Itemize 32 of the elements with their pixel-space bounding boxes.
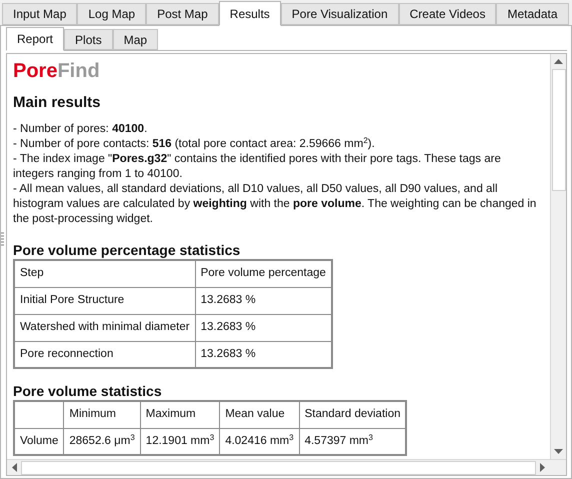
result-text: - All mean values, all standard deviations, all D10 values, all D50 values, all D90 values, and all histogram values are calculated by weighting with the pore volume. The weighting can be changed in the post-processing widget. xyxy=(13,182,538,227)
tab[interactable]: Map xyxy=(112,29,158,50)
left-arrow-icon xyxy=(12,463,17,472)
scrollbar-corner xyxy=(550,460,566,475)
table-title: Pore volume percentage statistics xyxy=(13,242,242,258)
tab[interactable]: Metadata xyxy=(496,3,569,25)
splitter-grip-icon[interactable] xyxy=(1,232,4,246)
tab[interactable]: Input Map xyxy=(2,3,78,25)
down-arrow-icon xyxy=(554,449,563,454)
section-heading: Main results xyxy=(13,94,102,112)
table-title: Pore volume statistics xyxy=(13,383,163,399)
scrollbar-thumb[interactable] xyxy=(552,69,566,191)
logo: PoreFind xyxy=(13,59,101,84)
tab[interactable]: Create Videos xyxy=(398,3,496,25)
column-header: Mean value xyxy=(220,401,300,428)
tab[interactable]: Pore Visualization xyxy=(280,3,399,25)
tab[interactable]: Report xyxy=(6,27,64,51)
tab[interactable]: Plots xyxy=(64,29,113,50)
tab[interactable]: Log Map xyxy=(77,3,146,25)
result-text: - The index image "Pores.g32" contains the identified pores with their pore tags. These tags are integers ranging from 1 to 40100. xyxy=(13,152,502,182)
vertical-scrollbar[interactable] xyxy=(550,54,566,459)
column-header: Maximum xyxy=(140,401,220,428)
column-header: Step xyxy=(14,260,196,287)
result-text: - Number of pores: 40100. xyxy=(13,122,148,137)
tab[interactable]: Post Map xyxy=(146,3,219,25)
tab[interactable]: Results xyxy=(218,1,281,26)
right-arrow-icon xyxy=(540,463,545,472)
table-cell: Watershed with minimal diameter xyxy=(14,314,196,341)
result-text: - Number of pore contacts: 516 (total pore contact area: 2.59666 mm$^{2}$). xyxy=(13,137,376,152)
column-header: Minimum xyxy=(64,401,140,428)
up-arrow-icon xyxy=(554,59,563,64)
table-cell: Initial Pore Structure xyxy=(14,287,196,314)
